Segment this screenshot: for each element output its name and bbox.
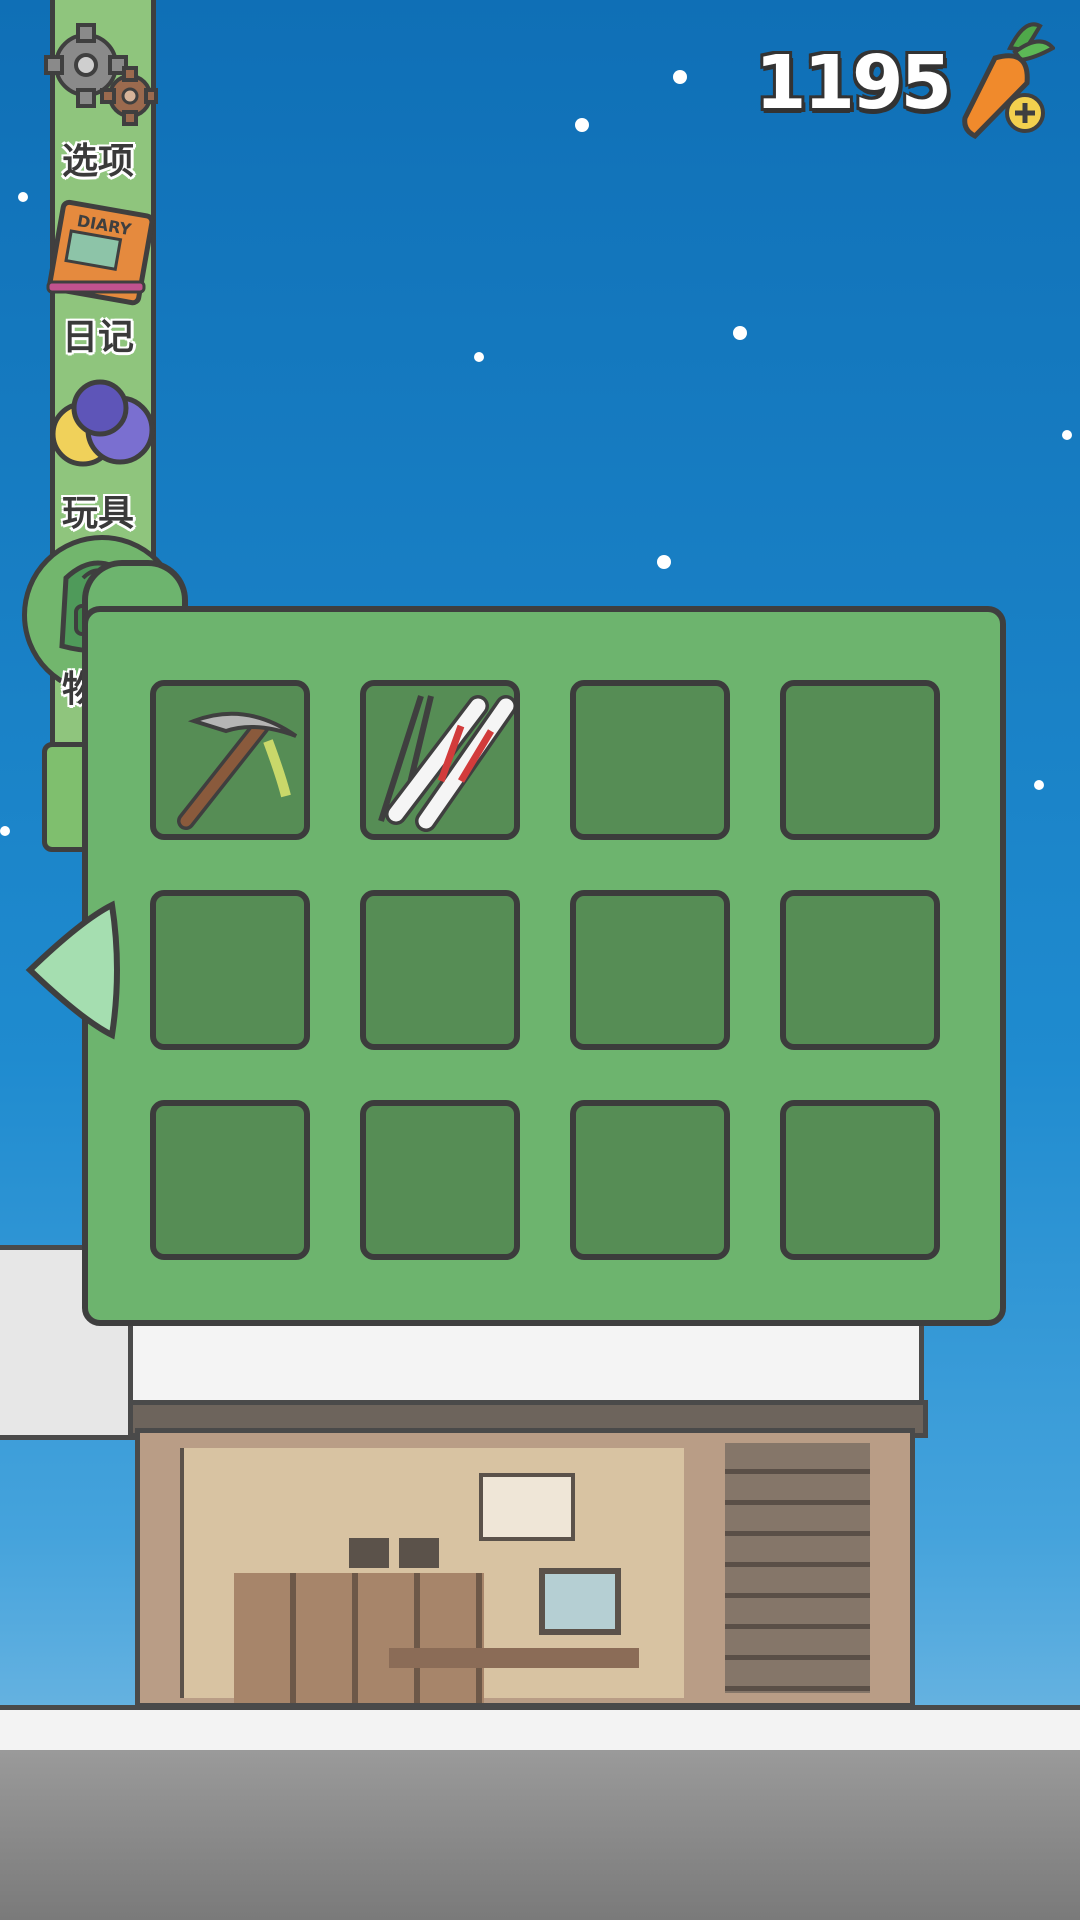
- ice-axe-icon: [177, 711, 298, 830]
- cupboard: [234, 1573, 484, 1703]
- snowflake: [673, 70, 687, 84]
- sidebar-item-toys[interactable]: 玩具: [28, 372, 168, 534]
- inventory-slot[interactable]: [150, 1100, 310, 1260]
- snowflake: [0, 826, 10, 836]
- house: [135, 1428, 915, 1708]
- inventory-slot[interactable]: [570, 680, 730, 840]
- sidebar-item-label: 选项: [61, 141, 134, 182]
- staircase: [725, 1443, 870, 1693]
- inventory-slot-ice-axe[interactable]: [150, 680, 310, 840]
- sidebar-item-options[interactable]: 选项: [28, 20, 168, 182]
- snowflake: [575, 118, 589, 132]
- ground: [0, 1750, 1080, 1920]
- inventory-panel: [82, 606, 1006, 1326]
- snowflake: [657, 555, 671, 569]
- window: [479, 1473, 575, 1541]
- storage-box: [399, 1538, 439, 1568]
- diary-icon: DIARY: [46, 199, 155, 306]
- carrot-count: 1195: [755, 40, 952, 126]
- inventory-slot[interactable]: [780, 890, 940, 1050]
- inventory-slot-skis[interactable]: [360, 680, 520, 840]
- ground-snow: [0, 1705, 1080, 1755]
- snowflake: [18, 192, 28, 202]
- snowflake: [733, 326, 747, 340]
- carrot-add-button[interactable]: [955, 18, 1055, 143]
- inventory-slot[interactable]: [780, 1100, 940, 1260]
- house-interior: [180, 1448, 684, 1703]
- snowflake: [1034, 780, 1044, 790]
- gear-icon: [44, 23, 158, 126]
- inventory-slot[interactable]: [570, 1100, 730, 1260]
- skis-and-poles-icon: [378, 695, 517, 832]
- inventory-slot[interactable]: [150, 890, 310, 1050]
- picture-frame: [539, 1568, 621, 1635]
- previous-page-arrow-icon[interactable]: [22, 900, 122, 1040]
- bench: [389, 1648, 639, 1668]
- inventory-slot[interactable]: [780, 680, 940, 840]
- inventory-slot[interactable]: [360, 1100, 520, 1260]
- inventory-slot[interactable]: [360, 890, 520, 1050]
- storage-box: [349, 1538, 389, 1568]
- toys-icon: [50, 379, 155, 467]
- sidebar-item-diary[interactable]: DIARY 日记: [28, 196, 168, 358]
- snowflake: [1062, 430, 1072, 440]
- snowflake: [474, 352, 484, 362]
- sidebar-item-label: 日记: [61, 317, 134, 358]
- inventory-slot[interactable]: [570, 890, 730, 1050]
- sidebar-item-label: 玩具: [61, 493, 134, 534]
